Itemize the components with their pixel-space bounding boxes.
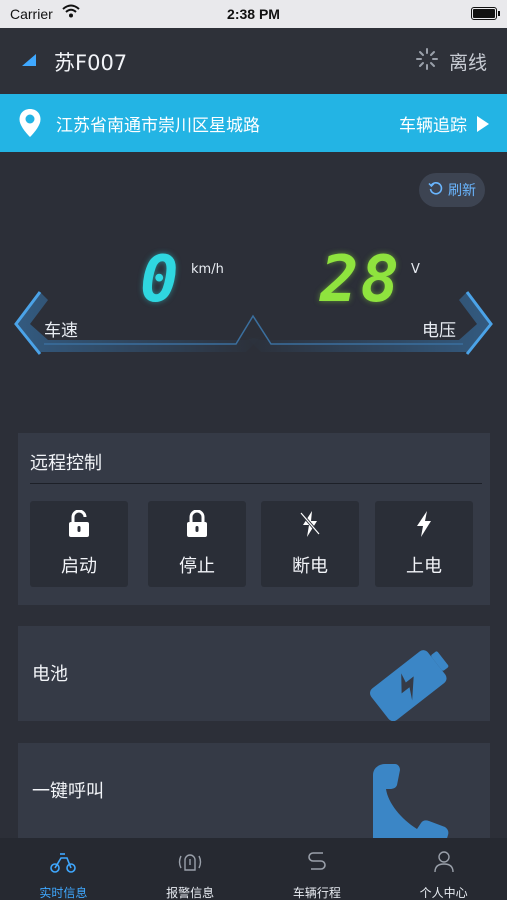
refresh-icon bbox=[428, 180, 444, 200]
vehicle-tracking-label: 车辆追踪 bbox=[399, 116, 467, 136]
power-on-label: 上电 bbox=[406, 556, 442, 577]
tab-realtime-info[interactable]: 实时信息 bbox=[0, 838, 127, 900]
flag-icon bbox=[22, 54, 36, 66]
stop-label: 停止 bbox=[179, 556, 215, 577]
tab-realtime-info-label: 实时信息 bbox=[39, 886, 88, 900]
tab-vehicle-trip[interactable]: 车辆行程 bbox=[254, 838, 381, 900]
vehicle-tracking-button[interactable]: 车辆追踪 bbox=[399, 111, 489, 136]
speed-value: 0 bbox=[140, 243, 181, 317]
disconnected-icon bbox=[415, 47, 439, 76]
battery-card[interactable]: 电池 bbox=[18, 626, 490, 721]
alarm-icon bbox=[176, 850, 204, 878]
dashboard-gauge: 0 km/h 28 V 车速 电压 bbox=[0, 240, 507, 360]
phone-icon bbox=[363, 759, 463, 838]
current-address: 江苏省南通市崇川区星城路 bbox=[56, 116, 260, 136]
status-bar: Carrier 2:38 PM bbox=[0, 0, 507, 28]
stop-button[interactable]: 停止 bbox=[148, 501, 246, 587]
power-on-icon bbox=[412, 510, 436, 542]
refresh-button[interactable]: 刷新 bbox=[419, 173, 485, 207]
power-off-icon bbox=[298, 510, 322, 542]
gauge-frame bbox=[14, 291, 493, 355]
power-on-button[interactable]: 上电 bbox=[375, 501, 473, 587]
remote-control-title: 远程控制 bbox=[30, 453, 102, 474]
start-button[interactable]: 启动 bbox=[30, 501, 128, 587]
play-icon bbox=[477, 115, 489, 132]
vehicle-header: 苏F007 离线 bbox=[0, 28, 507, 94]
location-pin-icon bbox=[18, 108, 42, 142]
divider bbox=[30, 483, 482, 484]
tab-alarm-info[interactable]: 报警信息 bbox=[127, 838, 254, 900]
connection-status-label: 离线 bbox=[448, 52, 487, 74]
scooter-icon bbox=[49, 850, 77, 878]
unlock-icon bbox=[67, 509, 91, 542]
battery-status-icon bbox=[471, 7, 500, 20]
power-off-label: 断电 bbox=[292, 556, 328, 577]
refresh-label: 刷新 bbox=[448, 183, 476, 199]
tab-bar: 实时信息 报警信息 车辆行程 个人中心 bbox=[0, 838, 507, 900]
tab-vehicle-trip-label: 车辆行程 bbox=[292, 886, 341, 900]
battery-card-label: 电池 bbox=[32, 664, 68, 685]
tab-alarm-info-label: 报警信息 bbox=[166, 886, 215, 900]
voltage-value: 28 bbox=[320, 243, 402, 317]
user-icon bbox=[430, 850, 458, 878]
speed-label: 车速 bbox=[44, 321, 78, 341]
one-key-call-label: 一键呼叫 bbox=[32, 781, 104, 802]
voltage-label: 电压 bbox=[422, 321, 456, 341]
tab-personal-center[interactable]: 个人中心 bbox=[380, 838, 507, 900]
tab-personal-center-label: 个人中心 bbox=[419, 886, 468, 900]
power-off-button[interactable]: 断电 bbox=[261, 501, 359, 587]
connection-status: 离线 bbox=[415, 47, 487, 76]
one-key-call-card[interactable]: 一键呼叫 bbox=[18, 743, 490, 838]
status-time: 2:38 PM bbox=[227, 6, 280, 22]
route-icon bbox=[303, 850, 331, 878]
vehicle-plate[interactable]: 苏F007 bbox=[54, 47, 127, 77]
speed-unit: km/h bbox=[191, 262, 224, 277]
start-label: 启动 bbox=[61, 556, 97, 577]
lock-icon bbox=[185, 509, 209, 542]
battery-icon bbox=[363, 638, 463, 721]
voltage-unit: V bbox=[411, 262, 420, 277]
location-bar[interactable]: 江苏省南通市崇川区星城路 车辆追踪 bbox=[0, 94, 507, 152]
remote-control-panel: 远程控制 启动 停止 断电 上电 bbox=[18, 433, 490, 605]
